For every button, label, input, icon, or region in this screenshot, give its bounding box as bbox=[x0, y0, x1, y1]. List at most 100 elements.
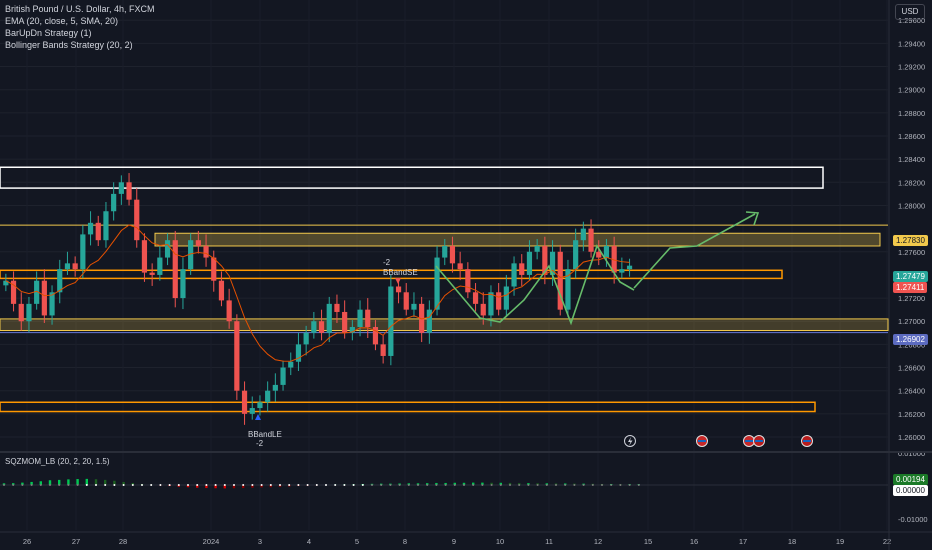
y-tick-label: 1.28600 bbox=[898, 132, 925, 141]
bbandse-label: BBandSE bbox=[383, 268, 418, 277]
squeeze-dot bbox=[196, 484, 199, 486]
squeeze-dot bbox=[260, 484, 263, 486]
squeeze-dot bbox=[30, 484, 33, 486]
price-badge-level-1: 1.27830 bbox=[893, 235, 928, 246]
y-tick-label: 1.28400 bbox=[898, 155, 925, 164]
y-tick-label: 1.29400 bbox=[898, 39, 925, 48]
candle-body bbox=[388, 286, 394, 356]
squeeze-dot bbox=[343, 484, 346, 486]
price-badge-level-3: 1.27411 bbox=[893, 282, 928, 293]
squeeze-dot bbox=[435, 484, 438, 486]
candle-body bbox=[87, 222, 94, 235]
squeeze-dot bbox=[3, 484, 5, 486]
y-tick-label: 1.26600 bbox=[898, 364, 925, 373]
oscillator-label[interactable]: SQZMOM_LB (20, 2, 20, 1.5) bbox=[5, 457, 109, 466]
squeeze-dot bbox=[315, 484, 318, 486]
candle-body bbox=[118, 182, 124, 194]
squeeze-dot bbox=[223, 484, 226, 486]
squeeze-dot bbox=[417, 484, 419, 486]
squeeze-dot bbox=[490, 484, 493, 486]
bbandle-label: BBandLE bbox=[248, 430, 282, 439]
squeeze-dot bbox=[233, 484, 235, 486]
candle-body bbox=[41, 280, 47, 316]
squeeze-dot bbox=[472, 484, 475, 486]
candle-body bbox=[342, 311, 348, 333]
squeeze-dot bbox=[67, 484, 70, 486]
squeeze-dot bbox=[168, 484, 171, 486]
lower-box bbox=[0, 401, 816, 413]
squeeze-dot bbox=[426, 484, 429, 486]
candle-body bbox=[226, 300, 232, 322]
candle-body bbox=[403, 292, 409, 310]
candle-body bbox=[172, 240, 178, 299]
squeeze-dot bbox=[371, 484, 373, 486]
y-tick-label: 1.27600 bbox=[898, 248, 925, 257]
squeeze-dot bbox=[159, 484, 162, 486]
osc-badge-value: 0.00194 bbox=[893, 474, 928, 485]
y-tick-label: 1.29800 bbox=[898, 0, 925, 2]
candle-body bbox=[80, 234, 86, 270]
candle-body bbox=[603, 245, 610, 258]
ema-indicator-label[interactable]: EMA (20, close, 5, SMA, 20) bbox=[5, 15, 155, 27]
candle-body bbox=[164, 240, 171, 258]
candle-body bbox=[465, 269, 471, 293]
squeeze-dot bbox=[12, 484, 15, 486]
candle-body bbox=[280, 367, 286, 385]
osc-tick-label: -0.01000 bbox=[898, 515, 928, 524]
candle-body bbox=[395, 286, 402, 293]
x-tick-label: 28 bbox=[119, 537, 127, 546]
candle-body bbox=[411, 303, 417, 310]
candle-body bbox=[472, 292, 479, 304]
candle-body bbox=[496, 292, 502, 310]
squeeze-dot bbox=[177, 484, 180, 486]
candle-body bbox=[434, 257, 440, 310]
candle-body bbox=[95, 222, 101, 241]
squeeze-dot bbox=[251, 484, 254, 486]
candle-body bbox=[134, 199, 140, 241]
x-tick-label: 4 bbox=[307, 537, 311, 546]
candle-body bbox=[64, 263, 71, 270]
candle-body bbox=[180, 269, 186, 299]
candle-body bbox=[141, 240, 148, 273]
candle-body bbox=[449, 245, 456, 264]
squeeze-dot bbox=[407, 484, 410, 486]
flag-stripe bbox=[745, 440, 753, 442]
squeeze-dot bbox=[509, 484, 511, 486]
squeeze-dot bbox=[352, 484, 355, 486]
squeeze-dot bbox=[389, 484, 392, 486]
price-badge-level-4: 1.26902 bbox=[893, 334, 928, 345]
squeeze-dot bbox=[297, 484, 300, 486]
x-tick-label: 17 bbox=[739, 537, 747, 546]
squeeze-dot bbox=[564, 484, 567, 486]
candle-body bbox=[565, 269, 571, 310]
candle-body bbox=[457, 263, 463, 270]
price-chart[interactable]: 1.298001.296001.294001.292001.290001.288… bbox=[0, 0, 932, 550]
flag-stripe bbox=[803, 440, 811, 442]
bollinger-strategy-label[interactable]: Bollinger Bands Strategy (20, 2) bbox=[5, 39, 155, 51]
short-signal-arrow bbox=[395, 278, 401, 284]
y-tick-label: 1.28200 bbox=[898, 178, 925, 187]
candle-body bbox=[26, 303, 32, 322]
squeeze-dot bbox=[573, 484, 576, 486]
candle-body bbox=[149, 272, 155, 275]
squeeze-dot bbox=[306, 484, 309, 486]
squeeze-dot bbox=[21, 484, 24, 486]
squeeze-dot bbox=[499, 484, 502, 486]
candle-body bbox=[103, 211, 109, 241]
candle-body bbox=[311, 321, 317, 333]
x-tick-label: 10 bbox=[496, 537, 504, 546]
x-tick-label: 12 bbox=[594, 537, 602, 546]
candle-body bbox=[511, 263, 517, 287]
x-tick-label: 3 bbox=[258, 537, 262, 546]
x-tick-label: 22 bbox=[883, 537, 891, 546]
barupdn-strategy-label[interactable]: BarUpDn Strategy (1) bbox=[5, 27, 155, 39]
support-zone bbox=[0, 318, 889, 331]
y-tick-label: 1.29000 bbox=[898, 86, 925, 95]
squeeze-dot bbox=[361, 484, 364, 486]
currency-button[interactable]: USD bbox=[895, 4, 925, 20]
candle-body bbox=[72, 263, 78, 270]
pane-divider[interactable] bbox=[0, 451, 932, 453]
candle-body bbox=[157, 257, 163, 275]
candle-body bbox=[203, 245, 209, 258]
candle-body bbox=[18, 303, 24, 322]
